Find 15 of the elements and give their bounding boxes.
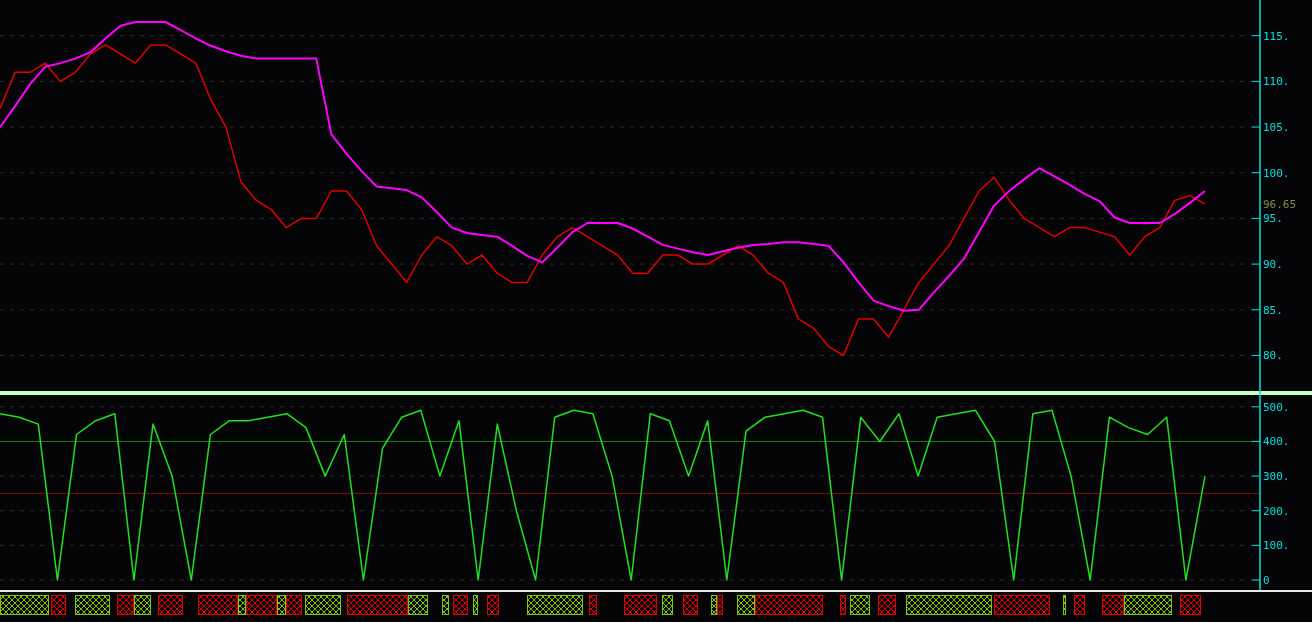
axis-label: 300. — [1263, 470, 1290, 484]
axis-label: 110. — [1263, 75, 1290, 89]
axis-label: 100. — [1263, 166, 1290, 180]
axis-label: 500. — [1263, 400, 1290, 414]
axis-label: 100. — [1263, 539, 1290, 553]
axis-label: 95. — [1263, 212, 1283, 226]
axis-label: 105. — [1263, 121, 1290, 135]
axis-label: 90. — [1263, 258, 1283, 272]
last-price-label: 96.65 — [1263, 197, 1297, 211]
axis-label: 85. — [1263, 303, 1283, 317]
axis-label: 80. — [1263, 349, 1283, 363]
axis-label: 400. — [1263, 435, 1290, 449]
axis-label: 200. — [1263, 504, 1290, 518]
axis-label: 115. — [1263, 29, 1290, 43]
axis-label: 0 — [1263, 574, 1270, 587]
